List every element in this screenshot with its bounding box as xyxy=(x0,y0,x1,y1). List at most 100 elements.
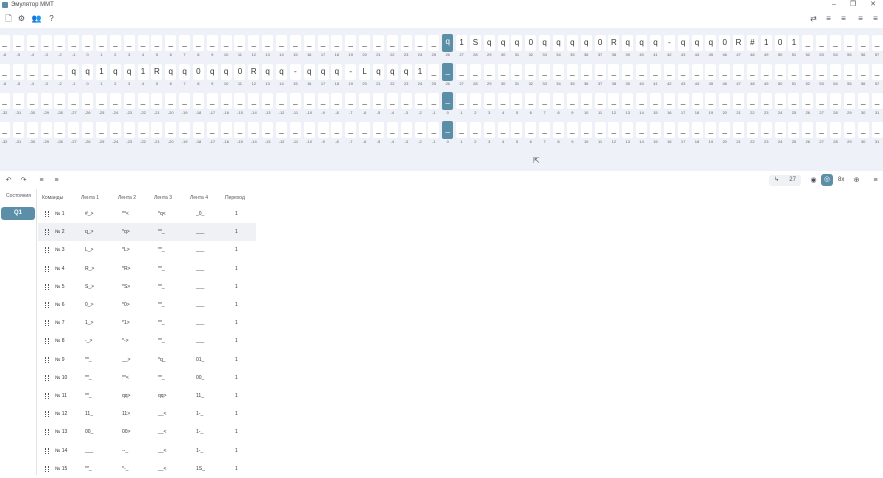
tape-1-cell[interactable]: L_> xyxy=(85,247,93,253)
tape-cell[interactable]: _ xyxy=(774,64,786,80)
tape-cell[interactable]: q xyxy=(220,64,232,80)
drag-handle-icon[interactable] xyxy=(45,211,49,217)
tape-cell[interactable]: _ xyxy=(566,64,578,80)
table-row[interactable]: № 5 S_> *S> **_ ___ 1 xyxy=(38,278,256,296)
tape-cell[interactable]: _ xyxy=(636,64,648,80)
tape-cell[interactable]: _ xyxy=(705,64,717,80)
tape-cell[interactable]: _ xyxy=(206,35,218,51)
tape-cell[interactable]: _ xyxy=(331,122,343,138)
transition-cell[interactable]: 1 xyxy=(235,211,238,217)
tape-cell[interactable]: _ xyxy=(677,64,689,80)
tape-cell[interactable]: _ xyxy=(705,122,717,138)
drag-handle-icon[interactable] xyxy=(45,247,49,254)
tape-cell[interactable]: _ xyxy=(289,35,301,51)
redo-icon[interactable]: ↷ xyxy=(18,175,29,186)
tape-cell[interactable]: _ xyxy=(677,122,689,138)
transition-cell[interactable]: 1 xyxy=(235,284,238,290)
tape-cell[interactable]: q xyxy=(483,35,495,51)
tape-cell[interactable]: _ xyxy=(262,93,274,109)
tape-cell[interactable]: q xyxy=(109,64,121,80)
transition-cell[interactable]: 1 xyxy=(235,229,238,235)
tape-cell[interactable]: 0 xyxy=(525,35,537,51)
tape-cell[interactable]: _ xyxy=(68,35,80,51)
tape-cell[interactable]: q xyxy=(165,64,177,80)
tape-cell[interactable]: _ xyxy=(303,122,315,138)
tape-cell[interactable]: _ xyxy=(220,35,232,51)
drag-handle-icon[interactable] xyxy=(45,320,49,327)
tape-cell[interactable]: _ xyxy=(331,35,343,51)
drag-handle-icon[interactable] xyxy=(45,447,49,454)
tape-cell[interactable]: q xyxy=(179,64,191,80)
tape-2-cell[interactable]: *-_ xyxy=(122,466,128,472)
tape-4-cell[interactable]: ___ xyxy=(196,338,204,344)
tape-cell[interactable]: _ xyxy=(469,122,481,138)
tape-cell[interactable]: _ xyxy=(483,93,495,109)
table-row[interactable]: № 6 0_> *0> **_ ___ 1 xyxy=(38,296,256,314)
tape-cell[interactable]: _ xyxy=(386,35,398,51)
tape-cell[interactable]: _ xyxy=(705,93,717,109)
tape-cell[interactable]: q xyxy=(82,64,94,80)
tape-cell[interactable]: _ xyxy=(123,35,135,51)
tape-cell[interactable]: _ xyxy=(594,64,606,80)
tape-cell[interactable]: _ xyxy=(317,93,329,109)
play-icon[interactable]: ◉ xyxy=(808,175,819,186)
tape-cell[interactable]: _ xyxy=(303,35,315,51)
tape-cell[interactable]: _ xyxy=(553,64,564,80)
tape-4-cell[interactable]: ___ xyxy=(196,320,204,326)
tape-cell[interactable]: _ xyxy=(400,93,412,109)
tape-cell[interactable]: _ xyxy=(774,122,786,138)
drag-handle-icon[interactable] xyxy=(45,465,49,472)
tape-cell[interactable]: _ xyxy=(428,64,440,80)
table-row[interactable]: № 2 q_> *q> **_ ___ 1 xyxy=(38,223,256,242)
tape-cell[interactable]: _ xyxy=(843,64,855,80)
tape-cell[interactable]: _ xyxy=(26,122,38,138)
tape-2-cell[interactable]: --_ xyxy=(122,448,128,454)
tape-cell[interactable]: _ xyxy=(553,93,564,109)
tape-4-cell[interactable]: ___ xyxy=(196,302,204,308)
tape-cell[interactable]: _ xyxy=(54,122,66,138)
tape-cell[interactable]: _ xyxy=(719,64,731,80)
tape-cell[interactable]: _ xyxy=(192,122,204,138)
tape-remove-icon[interactable]: ≡ xyxy=(838,13,849,24)
tape-cell[interactable]: _ xyxy=(456,64,468,80)
tape-cell[interactable]: q xyxy=(580,35,592,51)
table-row[interactable]: № 3 L_> *L> **_ ___ 1 xyxy=(38,241,256,259)
tape-cell[interactable]: _ xyxy=(594,122,606,138)
tape-1-cell[interactable]: 0_> xyxy=(85,302,93,308)
tape-cell[interactable]: q xyxy=(386,64,398,80)
speed-label[interactable]: 8x xyxy=(838,175,844,186)
tape-4-cell[interactable]: 1S_ xyxy=(196,466,205,472)
tape-cell[interactable]: q xyxy=(400,64,412,80)
tape-cell[interactable]: _ xyxy=(871,93,883,109)
tape-cell[interactable]: q xyxy=(705,35,717,51)
tape-cell[interactable]: _ xyxy=(123,122,135,138)
tape-cell[interactable]: _ xyxy=(830,64,841,80)
tape-cell[interactable]: _ xyxy=(400,122,412,138)
tape-cell[interactable]: _ xyxy=(456,122,468,138)
tape-cell[interactable]: q xyxy=(539,35,551,51)
tape-3-cell[interactable]: **_ xyxy=(158,247,165,253)
tape-3-cell[interactable]: *q_ xyxy=(158,357,166,363)
tape-cell[interactable]: _ xyxy=(608,64,620,80)
tape-cell[interactable]: _ xyxy=(151,122,163,138)
tape-cell[interactable]: _ xyxy=(830,122,841,138)
tape-cell[interactable]: _ xyxy=(289,122,301,138)
tape-cell[interactable]: q xyxy=(691,35,703,51)
tape-cell[interactable]: _ xyxy=(234,93,246,109)
tape-2-cell[interactable]: *1> xyxy=(122,320,130,326)
tape-cell[interactable]: _ xyxy=(622,64,634,80)
drag-handle-icon[interactable] xyxy=(45,411,49,418)
tape-cell[interactable]: _ xyxy=(816,122,828,138)
tape-head-cell[interactable]: _ xyxy=(442,121,454,139)
tape-cell[interactable]: R xyxy=(248,64,260,80)
tape-cell[interactable]: _ xyxy=(843,93,855,109)
tape-cell[interactable]: _ xyxy=(137,35,149,51)
tape-cell[interactable]: _ xyxy=(663,122,675,138)
tape-cell[interactable]: q xyxy=(511,35,523,51)
tape-cell[interactable]: q xyxy=(303,64,315,80)
tape-cell[interactable]: _ xyxy=(26,93,38,109)
tape-cell[interactable]: S xyxy=(469,35,481,51)
tape-cell[interactable]: _ xyxy=(331,93,343,109)
tape-cell[interactable]: _ xyxy=(566,93,578,109)
tape-cell[interactable]: _ xyxy=(0,64,10,80)
